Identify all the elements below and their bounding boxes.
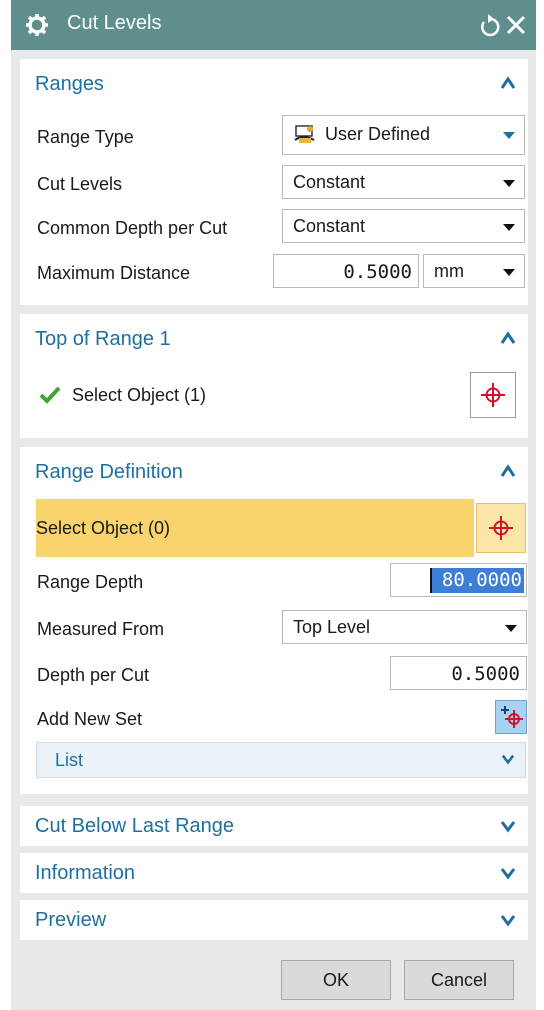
ranges-header[interactable]: Ranges (20, 59, 528, 107)
range-definition-section: Range Definition Select Object (0) Range… (20, 447, 528, 794)
add-new-set-button[interactable] (495, 700, 527, 734)
top-of-range-header[interactable]: Top of Range 1 (20, 314, 528, 362)
information-title: Information (35, 862, 136, 884)
depth-per-cut-label: Depth per Cut (37, 665, 150, 685)
preview-section[interactable]: Preview (20, 900, 528, 940)
ranges-title: Ranges (35, 73, 104, 95)
range-type-select[interactable]: User Defined (282, 115, 525, 155)
ranges-section: Ranges Range Type User Defined Cut Level… (20, 59, 528, 305)
chevron-down-icon (503, 132, 515, 139)
chevron-down-icon (505, 625, 517, 632)
chevron-down-icon[interactable] (500, 866, 516, 880)
cut-below-section[interactable]: Cut Below Last Range (20, 806, 528, 846)
range-select-object-button[interactable] (476, 503, 526, 553)
cut-levels-value: Constant (293, 172, 366, 192)
measured-from-select[interactable]: Top Level (282, 610, 527, 644)
gear-icon (26, 14, 48, 36)
close-icon[interactable] (505, 13, 527, 37)
top-select-object-label[interactable]: Select Object (1) (72, 385, 206, 406)
title-bar: Cut Levels (11, 0, 536, 50)
chevron-down-icon (503, 180, 515, 187)
preview-title: Preview (35, 909, 107, 931)
range-depth-label: Range Depth (37, 572, 144, 592)
range-type-label: Range Type (37, 127, 134, 147)
cut-levels-dialog: Cut Levels Ranges Range Type User Define… (11, 0, 536, 1010)
common-depth-label: Common Depth per Cut (37, 218, 228, 238)
range-depth-value: 80.0000 (429, 568, 524, 593)
measured-from-label: Measured From (37, 619, 165, 639)
select-object-row[interactable]: Select Object (0) (36, 499, 474, 557)
top-of-range-section: Top of Range 1 Select Object (1) (20, 314, 528, 438)
chevron-up-icon[interactable] (500, 331, 516, 345)
cancel-button[interactable]: Cancel (404, 960, 514, 1000)
chevron-down-icon (501, 754, 515, 765)
max-distance-label: Maximum Distance (37, 263, 191, 283)
list-label: List (55, 750, 84, 770)
chevron-down-icon[interactable] (500, 913, 516, 927)
cut-levels-label: Cut Levels (37, 174, 123, 194)
chevron-down-icon (503, 269, 515, 276)
user-defined-icon (294, 125, 315, 143)
common-depth-value: Constant (293, 216, 366, 236)
crosshair-icon (489, 516, 513, 540)
top-of-range-title: Top of Range 1 (35, 328, 171, 350)
list-expander[interactable]: List (36, 742, 526, 778)
chevron-down-icon (503, 224, 515, 231)
reset-icon[interactable] (478, 13, 500, 37)
top-select-object-button[interactable] (470, 372, 516, 418)
checkmark-icon (39, 386, 61, 404)
range-type-value: User Defined (325, 124, 431, 144)
cut-below-title: Cut Below Last Range (35, 815, 235, 837)
crosshair-icon (481, 383, 505, 407)
max-distance-input[interactable]: 0.5000 (273, 254, 419, 288)
range-select-object-label: Select Object (0) (36, 518, 171, 538)
chevron-up-icon[interactable] (500, 464, 516, 478)
range-definition-title: Range Definition (35, 461, 183, 483)
measured-from-value: Top Level (293, 617, 371, 637)
chevron-up-icon[interactable] (500, 76, 516, 90)
unit-value: mm (434, 261, 464, 281)
depth-per-cut-input[interactable]: 0.5000 (390, 656, 527, 690)
common-depth-select[interactable]: Constant (282, 209, 525, 243)
range-depth-input[interactable]: 80.0000 (390, 563, 527, 597)
ok-button[interactable]: OK (281, 960, 391, 1000)
window-title: Cut Levels (67, 12, 162, 34)
unit-select[interactable]: mm (423, 254, 525, 288)
information-section[interactable]: Information (20, 853, 528, 893)
range-definition-header[interactable]: Range Definition (20, 447, 528, 495)
add-crosshair-icon (501, 706, 523, 728)
chevron-down-icon[interactable] (500, 819, 516, 833)
add-new-set-label: Add New Set (37, 709, 143, 729)
cut-levels-select[interactable]: Constant (282, 165, 525, 199)
